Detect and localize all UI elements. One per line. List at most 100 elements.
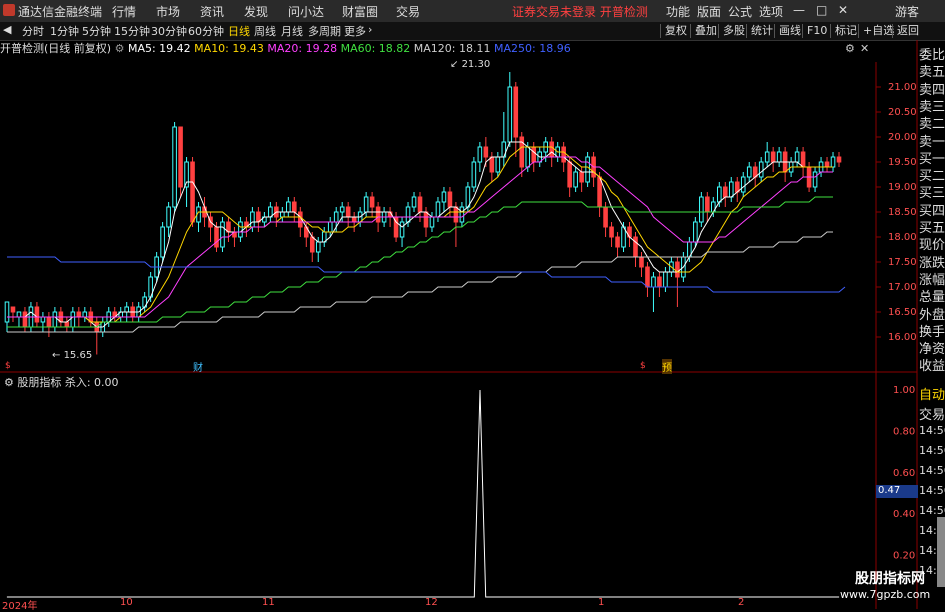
candle-body xyxy=(758,161,764,178)
sub-y-ticks: 0.20 0.40 0.60 0.80 1.00 xyxy=(893,385,915,562)
y-tick-label: 17.00 xyxy=(888,282,917,293)
tab-60min[interactable]: 60分钟 xyxy=(188,23,224,39)
user-guest[interactable]: 游客 xyxy=(895,3,919,20)
menu-caifuquan[interactable]: 财富圈 xyxy=(342,3,378,20)
tab-fenshi[interactable]: 分时 xyxy=(22,23,44,39)
y-tick-label: 19.00 xyxy=(888,182,917,193)
candle-body xyxy=(513,86,519,138)
candle-body xyxy=(800,151,806,168)
y-tick-label: 16.00 xyxy=(888,332,917,343)
mark-button[interactable]: 标记 xyxy=(830,24,861,38)
menu-hangqing[interactable]: 行情 xyxy=(112,3,136,20)
candle-body xyxy=(333,211,339,223)
sub-line-path xyxy=(6,389,840,598)
sub-y-tick-label: 0.60 xyxy=(893,468,915,479)
tab-5min[interactable]: 5分钟 xyxy=(82,23,111,39)
tab-daily[interactable]: 日线 xyxy=(228,23,250,39)
stats-button[interactable]: 统计 xyxy=(746,24,777,38)
menu-faxian[interactable]: 发现 xyxy=(244,3,268,20)
candle-body xyxy=(52,311,58,328)
menu-gongneng[interactable]: 功能 xyxy=(666,3,690,20)
candle-body xyxy=(615,236,620,248)
candle-body xyxy=(812,171,818,188)
scrollbar[interactable] xyxy=(937,517,945,587)
candle-body xyxy=(699,196,704,223)
candle-body xyxy=(477,146,483,163)
trade-sidebar-item-3[interactable]: 14:56 xyxy=(919,444,945,464)
candle-body xyxy=(764,151,770,163)
x-label-12: 12 xyxy=(425,597,438,608)
menu-shichang[interactable]: 市场 xyxy=(156,3,180,20)
kline-chart[interactable]: 16.00 16.50 17.00 17.50 18.00 18.50 19.00 19.50… xyxy=(0,40,920,609)
candle-body xyxy=(836,156,842,163)
multi-stock-button[interactable]: 多股 xyxy=(718,24,749,38)
title-bar: 通达信金融终端 行情 市场 资讯 发现 问小达 财富圈 交易 证券交易未登录 开… xyxy=(0,0,945,23)
candle-body xyxy=(411,196,417,208)
candle-body xyxy=(507,86,513,143)
trade-sidebar-item-2[interactable]: 14:56 xyxy=(919,424,945,444)
candle-body xyxy=(10,306,16,313)
tab-30min[interactable]: 30分钟 xyxy=(151,23,187,39)
candle-body xyxy=(441,191,447,203)
candle-body xyxy=(82,311,88,318)
ma-line-MA5 xyxy=(7,141,833,328)
candle-body xyxy=(722,186,728,198)
sub-y-tick-label: 1.00 xyxy=(893,385,915,396)
tab-1min[interactable]: 1分钟 xyxy=(50,23,79,39)
candle-body xyxy=(399,221,405,238)
tab-multi-period[interactable]: 多周期 xyxy=(308,23,341,39)
candle-body xyxy=(770,151,776,163)
menu-wenxiaoda[interactable]: 问小达 xyxy=(288,3,324,20)
minimize-icon[interactable]: — xyxy=(793,3,805,17)
trade-login-notice[interactable]: 证券交易未登录 开普检测 xyxy=(512,3,648,20)
back-icon[interactable]: ◀ xyxy=(3,23,11,36)
forecast-marker[interactable]: 预 xyxy=(662,359,672,374)
candle-body xyxy=(16,311,22,318)
candle-body xyxy=(495,156,501,173)
x-label-11: 11 xyxy=(262,597,275,608)
fuquan-button[interactable]: 复权 xyxy=(660,24,691,38)
trade-sidebar-item-5[interactable]: 14:56 xyxy=(919,484,945,504)
y-tick-label: 18.50 xyxy=(888,207,917,218)
menu-jiaoyi[interactable]: 交易 xyxy=(396,3,420,20)
candle-body xyxy=(453,206,459,223)
trade-sidebar-item-0[interactable]: 自动 xyxy=(919,384,945,404)
main-y-ticks: 16.00 16.50 17.00 17.50 18.00 18.50 19.00 19.50… xyxy=(876,82,917,343)
return-button[interactable]: 返回 xyxy=(892,24,923,38)
candle-body xyxy=(585,156,590,183)
dividend-marker[interactable]: $ xyxy=(5,361,11,371)
sidebar-item-18[interactable]: 收益 xyxy=(919,355,945,375)
finance-marker[interactable]: 财 xyxy=(193,359,203,374)
close-icon[interactable]: ✕ xyxy=(838,3,848,17)
low-value: 15.65 xyxy=(63,350,93,361)
trade-sidebar-item-4[interactable]: 14:56 xyxy=(919,464,945,484)
dividend-marker-2[interactable]: $ xyxy=(640,361,646,371)
menu-zixun[interactable]: 资讯 xyxy=(200,3,224,20)
candle-body xyxy=(76,311,82,318)
maximize-icon[interactable]: □ xyxy=(816,3,827,17)
candle-body xyxy=(483,146,489,158)
menu-xuanxiang[interactable]: 选项 xyxy=(759,3,783,20)
tab-more[interactable]: 更多 xyxy=(344,23,366,39)
overlay-button[interactable]: 叠加 xyxy=(690,24,721,38)
chevron-right-icon[interactable]: › xyxy=(368,23,372,36)
candle-body xyxy=(172,126,177,208)
candle-body xyxy=(824,161,830,168)
tab-monthly[interactable]: 月线 xyxy=(281,23,303,39)
candle-body xyxy=(214,226,219,248)
candle-body xyxy=(657,276,662,288)
candle-body xyxy=(417,196,423,213)
candle-body xyxy=(64,321,70,328)
trade-sidebar-item-1[interactable]: 交易 xyxy=(919,404,945,424)
high-annotation: ↙ 21.30 xyxy=(450,59,491,70)
draw-button[interactable]: 画线 xyxy=(774,24,805,38)
menu-banmian[interactable]: 版面 xyxy=(697,3,721,20)
candle-body xyxy=(639,256,644,268)
period-toolbar: ◀ 分时 1分钟 5分钟 15分钟 30分钟 60分钟 日线 周线 月线 多周期… xyxy=(0,22,945,41)
candle-body xyxy=(746,166,752,178)
f10-button[interactable]: F10 xyxy=(802,24,831,38)
menu-gongshi[interactable]: 公式 xyxy=(728,3,752,20)
tab-weekly[interactable]: 周线 xyxy=(254,23,276,39)
tab-15min[interactable]: 15分钟 xyxy=(114,23,150,39)
x-label-2024: 2024年 xyxy=(2,601,38,612)
